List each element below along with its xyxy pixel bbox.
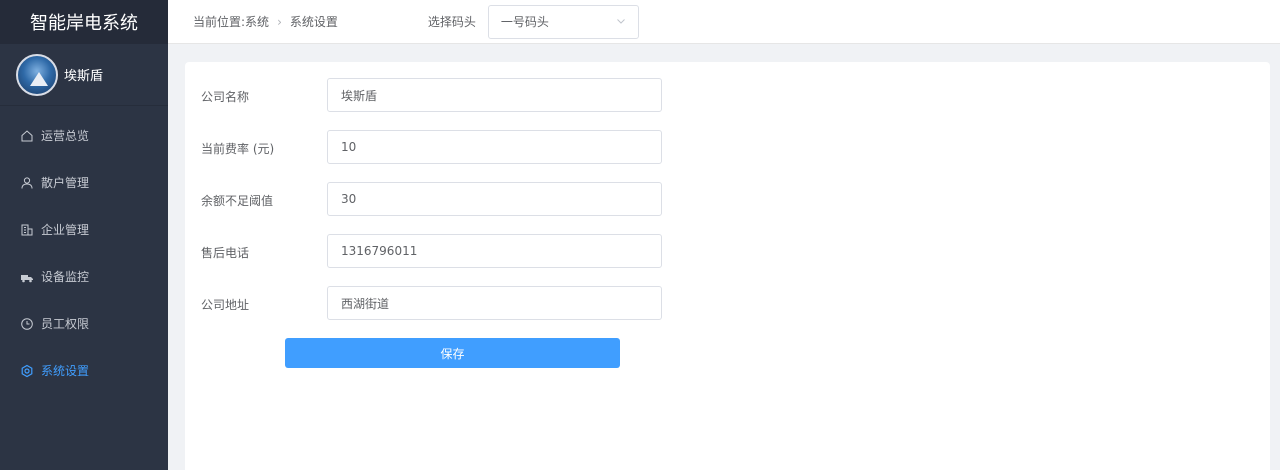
app-title: 智能岸电系统 (0, 0, 168, 44)
sidebar: 智能岸电系统 埃斯盾 运营总览 散户管理 企业管理 设备监控 员工权限 系统设置 (0, 0, 168, 470)
company-address-label: 公司地址 (201, 298, 250, 312)
sidebar-item-label: 企业管理 (41, 223, 90, 237)
dock-select-label: 选择码头 (427, 15, 476, 29)
balance-threshold-label: 余额不足阈值 (201, 194, 274, 208)
top-header: 当前位置: 系统 › 系统设置 选择码头 一号码头 (168, 0, 1280, 44)
breadcrumb-item-settings: 系统设置 (289, 15, 338, 29)
gear-icon (20, 364, 34, 378)
username: 埃斯盾 (64, 69, 104, 84)
service-phone-label: 售后电话 (201, 246, 250, 260)
dock-select-value: 一号码头 (500, 15, 549, 29)
sidebar-item-label: 员工权限 (41, 317, 90, 331)
company-name-input[interactable] (327, 78, 662, 112)
breadcrumb-item-system[interactable]: 系统 (245, 13, 269, 30)
building-icon (20, 223, 34, 237)
sidebar-item-label: 系统设置 (41, 364, 90, 378)
user-profile[interactable]: 埃斯盾 (0, 44, 168, 106)
sidebar-item-retail[interactable]: 散户管理 (0, 159, 168, 206)
breadcrumb: 当前位置: 系统 › 系统设置 (193, 13, 338, 30)
sidebar-menu: 运营总览 散户管理 企业管理 设备监控 员工权限 系统设置 (0, 112, 168, 394)
truck-icon (20, 270, 34, 284)
sidebar-item-device-monitor[interactable]: 设备监控 (0, 253, 168, 300)
balance-threshold-input[interactable] (327, 182, 662, 216)
service-phone-input[interactable] (327, 234, 662, 268)
sidebar-item-overview[interactable]: 运营总览 (0, 112, 168, 159)
sidebar-item-enterprise[interactable]: 企业管理 (0, 206, 168, 253)
save-button[interactable]: 保存 (285, 338, 620, 368)
chevron-down-icon (616, 15, 626, 29)
settings-form-card: 公司名称 当前费率 (元) 余额不足阈值 售后电话 公司地址 保存 (185, 62, 1270, 470)
sidebar-item-label: 运营总览 (41, 129, 90, 143)
sidebar-item-system-settings[interactable]: 系统设置 (0, 347, 168, 394)
sidebar-item-label: 设备监控 (41, 270, 90, 284)
dock-select[interactable]: 一号码头 (487, 4, 639, 39)
company-name-label: 公司名称 (201, 90, 250, 104)
sidebar-item-staff-permission[interactable]: 员工权限 (0, 300, 168, 347)
chevron-right-icon: › (277, 14, 282, 29)
breadcrumb-prefix: 当前位置: (193, 15, 246, 29)
avatar[interactable] (16, 53, 58, 96)
user-icon (20, 176, 34, 190)
sidebar-item-label: 散户管理 (41, 176, 90, 190)
home-icon (20, 129, 34, 143)
clock-icon (20, 317, 34, 331)
current-rate-input[interactable] (327, 130, 662, 164)
current-rate-label: 当前费率 (元) (201, 142, 275, 156)
company-address-input[interactable] (327, 286, 662, 320)
